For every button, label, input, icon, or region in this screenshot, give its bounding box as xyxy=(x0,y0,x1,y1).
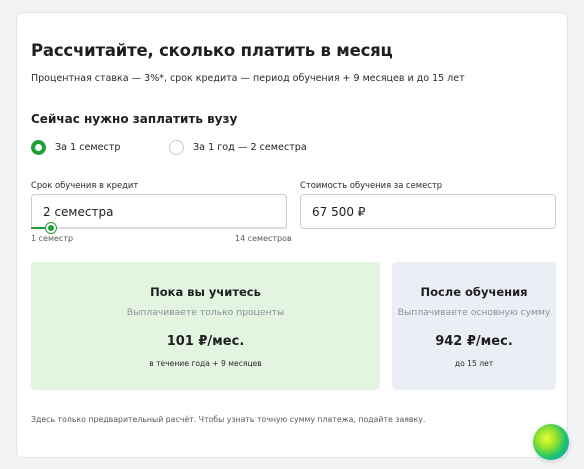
slider-min-label: 1 семестр xyxy=(31,234,74,243)
slider-max-label: 14 семестров xyxy=(235,234,292,243)
after-study-description: Выплачиваете основную сумму xyxy=(397,307,551,318)
during-study-title: Пока вы учитесь xyxy=(150,285,261,299)
assistant-orb-icon[interactable] xyxy=(533,424,569,460)
term-label: Срок обучения в кредит xyxy=(31,180,139,190)
during-study-panel: Пока вы учитесь Выплачиваете только проц… xyxy=(31,262,380,390)
radio-checked-icon xyxy=(31,140,46,155)
page-title: Рассчитайте, сколько платить в месяц xyxy=(31,41,393,60)
cost-label: Стоимость обучения за семестр xyxy=(300,180,443,190)
during-study-amount: 101 ₽/мес. xyxy=(166,334,245,349)
radio-unchecked-icon xyxy=(169,140,184,155)
cost-input[interactable]: 67 500 ₽ xyxy=(300,194,556,229)
during-study-description: Выплачиваете только проценты xyxy=(126,307,285,318)
after-study-amount: 942 ₽/мес. xyxy=(435,334,513,349)
radio-label: За 1 семестр xyxy=(55,142,121,153)
after-study-panel: После обучения Выплачиваете основную сум… xyxy=(392,262,556,390)
term-slider[interactable] xyxy=(31,223,287,233)
term-input[interactable]: 2 семестра xyxy=(31,194,287,229)
during-study-note: в течение года + 9 месяцев xyxy=(149,359,262,368)
after-study-note: до 15 лет xyxy=(454,359,494,368)
disclaimer-text: Здесь только предварительный расчёт. Что… xyxy=(31,415,426,424)
term-slider-thumb[interactable] xyxy=(45,223,56,233)
rate-subtitle: Процентная ставка — 3%*, срок кредита — … xyxy=(31,73,465,84)
after-study-title: После обучения xyxy=(420,285,528,299)
payment-section-title: Сейчас нужно заплатить вузу xyxy=(31,112,238,126)
calculator-card: Рассчитайте, сколько платить в месяц Про… xyxy=(16,12,568,458)
radio-label: За 1 год — 2 семестра xyxy=(193,142,307,153)
radio-one-year[interactable]: За 1 год — 2 семестра xyxy=(169,140,307,155)
radio-one-semester[interactable]: За 1 семестр xyxy=(31,140,121,155)
